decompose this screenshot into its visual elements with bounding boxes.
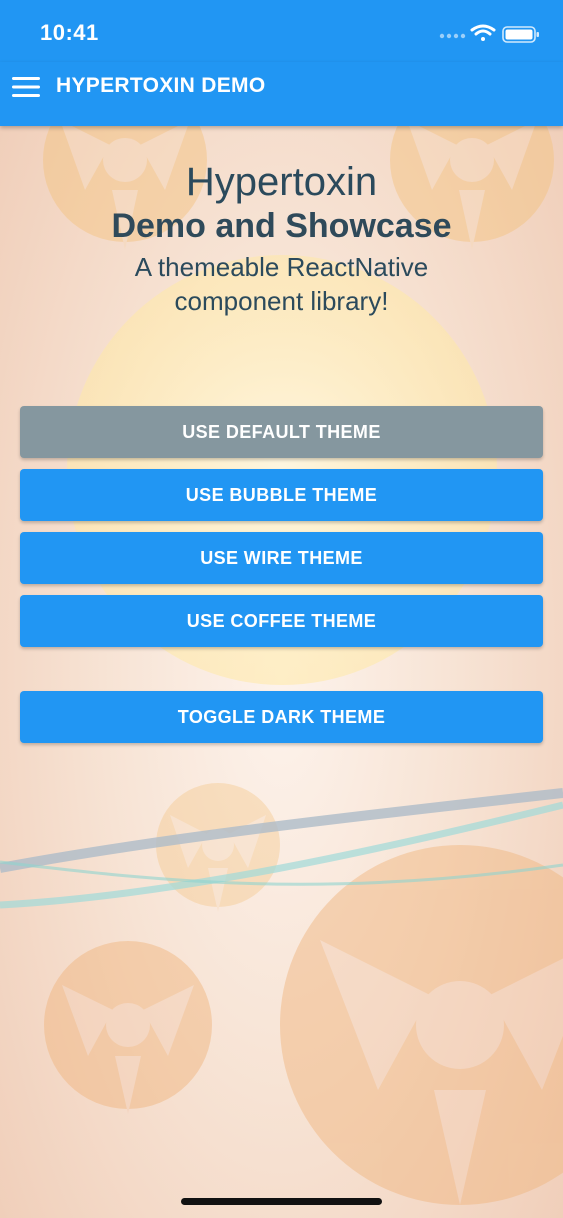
use-bubble-theme-button[interactable]: USE BUBBLE THEME	[20, 469, 543, 521]
home-indicator[interactable]	[181, 1198, 382, 1205]
use-default-theme-button[interactable]: USE DEFAULT THEME	[20, 406, 543, 458]
hero-tagline: A themeable ReactNative component librar…	[0, 250, 563, 318]
hero-subtitle: Demo and Showcase	[111, 207, 452, 245]
use-wire-theme-button[interactable]: USE WIRE THEME	[20, 532, 543, 584]
hero-tagline-line-2: component library!	[174, 286, 389, 316]
hero-section: Hypertoxin Demo and Showcase A themeable…	[0, 158, 563, 318]
logo-mark-bottom-right	[280, 845, 563, 1205]
wifi-icon	[470, 24, 496, 41]
app-screen: 10:41 HYPERTOXIN DEMO Hypertoxin Demo an…	[0, 0, 563, 1218]
status-bar: 10:41	[0, 0, 563, 62]
hamburger-menu-icon[interactable]	[12, 76, 42, 98]
status-icons	[439, 24, 539, 43]
logo-mark-bottom-left	[44, 941, 212, 1114]
signal-dots-icon	[439, 33, 466, 39]
status-time: 10:41	[40, 20, 99, 45]
battery-icon	[502, 26, 539, 43]
use-coffee-theme-button[interactable]: USE COFFEE THEME	[20, 595, 543, 647]
hero-tagline-line-1: A themeable ReactNative	[134, 252, 429, 282]
hero-title: Hypertoxin	[185, 160, 378, 204]
app-header: HYPERTOXIN DEMO	[0, 62, 563, 126]
app-title: HYPERTOXIN DEMO	[56, 74, 266, 97]
logo-mark-middle	[156, 783, 280, 912]
toggle-dark-theme-button[interactable]: TOGGLE DARK THEME	[20, 691, 543, 743]
